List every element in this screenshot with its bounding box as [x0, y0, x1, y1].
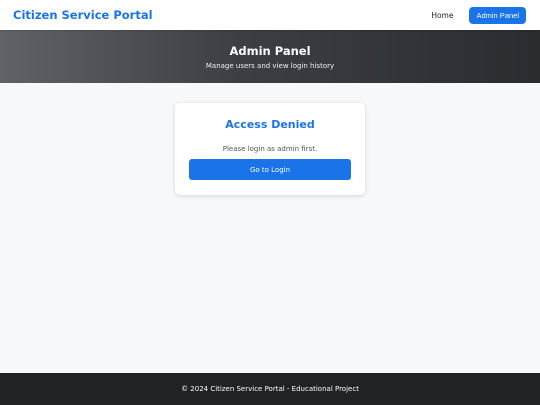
nav-admin-panel-button[interactable]: Admin Panel: [469, 6, 526, 24]
main-content: Access Denied Please login as admin firs…: [0, 83, 540, 373]
brand-logo-text[interactable]: Citizen Service Portal: [13, 8, 153, 22]
access-denied-card: Access Denied Please login as admin firs…: [175, 103, 365, 195]
nav-links: Home Admin Panel: [431, 6, 526, 24]
card-title: Access Denied: [225, 118, 315, 131]
go-to-login-button[interactable]: Go to Login: [189, 159, 351, 180]
footer: © 2024 Citizen Service Portal - Educatio…: [0, 373, 540, 405]
nav-home-link[interactable]: Home: [431, 11, 453, 20]
footer-text: © 2024 Citizen Service Portal - Educatio…: [181, 385, 359, 393]
top-navbar: Citizen Service Portal Home Admin Panel: [0, 0, 540, 30]
page-title: Admin Panel: [229, 43, 311, 58]
card-message: Please login as admin first.: [222, 145, 318, 153]
hero-banner: Admin Panel Manage users and view login …: [0, 30, 540, 83]
page-subtitle: Manage users and view login history: [205, 61, 335, 70]
